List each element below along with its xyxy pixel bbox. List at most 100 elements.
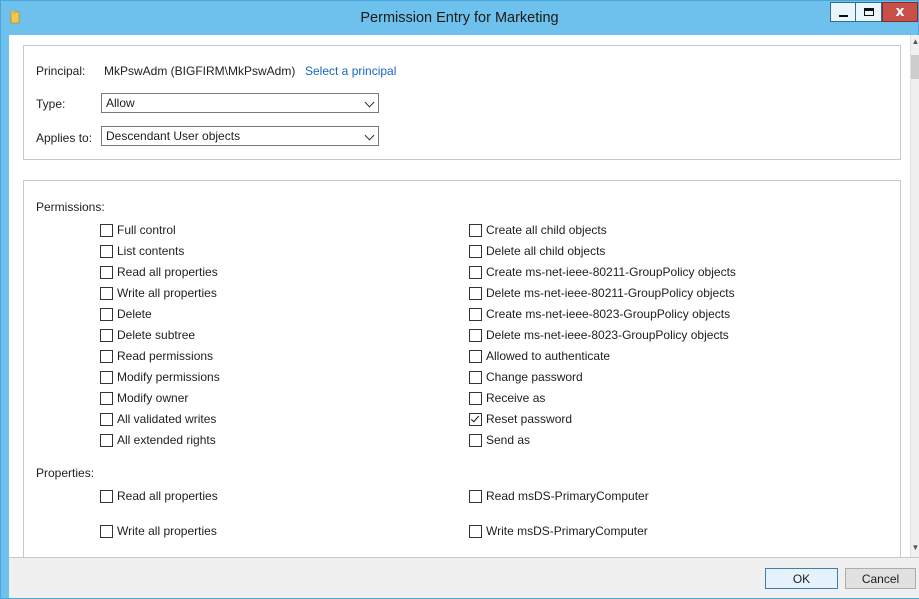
permission-entry-window: Permission Entry for Marketing x Princip… bbox=[0, 0, 919, 599]
checkbox-label: Write all properties bbox=[117, 524, 217, 538]
permission-checkbox-row[interactable]: Modify owner bbox=[100, 390, 188, 406]
type-label: Type: bbox=[36, 97, 66, 111]
checkbox-label: Reset password bbox=[486, 412, 573, 426]
type-select[interactable]: Allow bbox=[101, 93, 379, 113]
checkbox[interactable] bbox=[469, 370, 482, 384]
permission-checkbox-row[interactable]: Read msDS-PrimaryComputer bbox=[469, 488, 649, 504]
permissions-label: Permissions: bbox=[36, 200, 105, 214]
checkbox[interactable] bbox=[100, 286, 113, 300]
ok-button[interactable]: OK bbox=[765, 568, 838, 589]
window-title: Permission Entry for Marketing bbox=[360, 10, 559, 26]
permission-checkbox-row[interactable]: Create ms-net-ieee-8023-GroupPolicy obje… bbox=[469, 306, 730, 322]
permission-checkbox-row[interactable]: Modify permissions bbox=[100, 369, 220, 385]
applies-to-select[interactable]: Descendant User objects bbox=[101, 126, 379, 146]
checkbox-label: Receive as bbox=[486, 391, 546, 405]
checkbox[interactable] bbox=[100, 391, 113, 405]
checkbox[interactable] bbox=[469, 244, 482, 258]
checkbox-label: Delete subtree bbox=[117, 328, 196, 342]
permission-checkbox-row[interactable]: Write msDS-PrimaryComputer bbox=[469, 523, 648, 539]
chevron-down-icon bbox=[364, 97, 375, 108]
checkbox[interactable] bbox=[469, 349, 482, 363]
checkbox-label: Create ms-net-ieee-80211-GroupPolicy obj… bbox=[486, 265, 736, 279]
checkbox[interactable] bbox=[100, 524, 113, 538]
properties-label: Properties: bbox=[36, 466, 95, 480]
checkbox[interactable] bbox=[469, 265, 482, 279]
permission-checkbox-row[interactable]: Write all properties bbox=[100, 285, 217, 301]
close-icon: x bbox=[895, 4, 905, 20]
checkbox-label: Delete all child objects bbox=[486, 244, 606, 258]
dialog-content: Principal: MkPswAdm (BIGFIRM\MkPswAdm) S… bbox=[9, 35, 910, 557]
checkbox[interactable] bbox=[469, 524, 482, 538]
minimize-button[interactable] bbox=[830, 2, 856, 22]
checkbox-label: Change password bbox=[486, 370, 583, 384]
permission-checkbox-row[interactable]: Create ms-net-ieee-80211-GroupPolicy obj… bbox=[469, 264, 736, 280]
checkbox-label: Read all properties bbox=[117, 489, 218, 503]
permission-checkbox-row[interactable]: Allowed to authenticate bbox=[469, 348, 610, 364]
checkbox[interactable] bbox=[100, 412, 113, 426]
checkbox[interactable] bbox=[469, 391, 482, 405]
checkbox-label: Send as bbox=[486, 433, 531, 447]
permission-checkbox-row[interactable]: Read all properties bbox=[100, 488, 218, 504]
checkbox-label: Delete ms-net-ieee-8023-GroupPolicy obje… bbox=[486, 328, 729, 342]
permission-checkbox-row[interactable]: List contents bbox=[100, 243, 184, 259]
minimize-icon bbox=[838, 15, 848, 17]
scrollbar-thumb[interactable] bbox=[911, 55, 919, 79]
checkbox-label: Write msDS-PrimaryComputer bbox=[486, 524, 648, 538]
permission-checkbox-row[interactable]: Reset password bbox=[469, 411, 572, 427]
checkbox-label: Modify permissions bbox=[117, 370, 220, 384]
permission-checkbox-row[interactable]: Send as bbox=[469, 432, 530, 448]
checkbox[interactable] bbox=[469, 433, 482, 447]
checkbox-label: All extended rights bbox=[117, 433, 216, 447]
scroll-down-icon[interactable]: ▼ bbox=[911, 543, 919, 553]
checkbox-label: Delete ms-net-ieee-80211-GroupPolicy obj… bbox=[486, 286, 735, 300]
permission-checkbox-row[interactable]: Read all properties bbox=[100, 264, 218, 280]
checkbox-label: Allowed to authenticate bbox=[486, 349, 611, 363]
title-bar[interactable]: Permission Entry for Marketing x bbox=[1, 1, 918, 35]
checkbox[interactable] bbox=[469, 307, 482, 321]
permission-checkbox-row[interactable]: Read permissions bbox=[100, 348, 213, 364]
checkbox[interactable] bbox=[100, 433, 113, 447]
permission-checkbox-row[interactable]: Delete subtree bbox=[100, 327, 195, 343]
permission-checkbox-row[interactable]: Full control bbox=[100, 222, 176, 238]
checkbox-label: Read permissions bbox=[117, 349, 214, 363]
permission-checkbox-row[interactable]: Receive as bbox=[469, 390, 545, 406]
checkbox[interactable] bbox=[100, 244, 113, 258]
checkbox-label: Read msDS-PrimaryComputer bbox=[486, 489, 649, 503]
checkbox[interactable] bbox=[469, 328, 482, 342]
permission-checkbox-row[interactable]: Delete ms-net-ieee-8023-GroupPolicy obje… bbox=[469, 327, 729, 343]
permission-checkbox-row[interactable]: Write all properties bbox=[100, 523, 217, 539]
checkbox[interactable] bbox=[100, 307, 113, 321]
vertical-scrollbar[interactable]: ▲ ▼ bbox=[910, 35, 919, 557]
permission-checkbox-row[interactable]: All extended rights bbox=[100, 432, 216, 448]
checkbox[interactable] bbox=[469, 489, 482, 503]
maximize-button[interactable] bbox=[856, 2, 882, 22]
checkbox[interactable] bbox=[100, 328, 113, 342]
permission-checkbox-row[interactable]: Change password bbox=[469, 369, 583, 385]
maximize-icon bbox=[863, 8, 874, 16]
checkbox[interactable] bbox=[100, 489, 113, 503]
cancel-button[interactable]: Cancel bbox=[845, 568, 916, 589]
checkbox-label: All validated writes bbox=[117, 412, 217, 426]
checkbox[interactable] bbox=[100, 349, 113, 363]
checkbox-label: Full control bbox=[117, 223, 176, 237]
checkbox[interactable] bbox=[469, 223, 482, 237]
checkbox-label: Create ms-net-ieee-8023-GroupPolicy obje… bbox=[486, 307, 731, 321]
close-button[interactable]: x bbox=[882, 2, 918, 22]
checkbox[interactable] bbox=[100, 223, 113, 237]
applies-to-label: Applies to: bbox=[36, 131, 93, 145]
checkbox-label: Read all properties bbox=[117, 265, 218, 279]
permission-checkbox-row[interactable]: Create all child objects bbox=[469, 222, 607, 238]
checkbox[interactable] bbox=[469, 286, 482, 300]
checkbox-label: Delete bbox=[117, 307, 152, 321]
permission-checkbox-row[interactable]: Delete bbox=[100, 306, 152, 322]
applies-to-select-value: Descendant User objects bbox=[106, 129, 241, 143]
select-principal-link[interactable]: Select a principal bbox=[305, 64, 396, 78]
principal-label: Principal: bbox=[36, 64, 86, 78]
checkbox[interactable] bbox=[100, 265, 113, 279]
permission-checkbox-row[interactable]: Delete ms-net-ieee-80211-GroupPolicy obj… bbox=[469, 285, 735, 301]
scroll-up-icon[interactable]: ▲ bbox=[911, 37, 919, 47]
checkbox[interactable] bbox=[469, 412, 482, 426]
checkbox[interactable] bbox=[100, 370, 113, 384]
permission-checkbox-row[interactable]: Delete all child objects bbox=[469, 243, 605, 259]
permission-checkbox-row[interactable]: All validated writes bbox=[100, 411, 216, 427]
